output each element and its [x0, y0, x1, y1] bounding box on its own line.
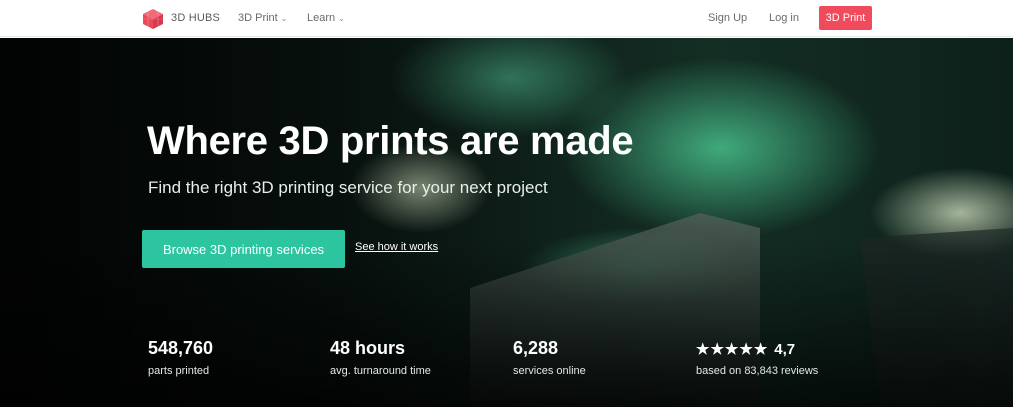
stat-label: avg. turnaround time [330, 365, 431, 377]
star-icon: ★ [724, 340, 739, 358]
nav-3d-print-label: 3D Print [238, 12, 278, 24]
star-icon: ★ [753, 340, 768, 358]
stat-value: 548,760 [148, 338, 214, 358]
sign-up-link[interactable]: Sign Up [708, 12, 747, 24]
stat-label: parts printed [148, 365, 210, 377]
see-how-it-works-link[interactable]: See how it works [355, 241, 438, 253]
stat-value: 6,288 [513, 338, 559, 358]
browse-services-button[interactable]: Browse 3D printing services [142, 230, 345, 268]
3d-hubs-logo-icon[interactable] [141, 7, 165, 31]
hero-title: Where 3D prints are made [147, 119, 634, 163]
star-icon: ★ [710, 340, 724, 358]
stat-services-online: 6,288 services online [513, 338, 586, 377]
stat-turnaround-time: 48 hours avg. turnaround time [330, 338, 431, 377]
log-in-link[interactable]: Log in [769, 12, 799, 24]
stat-label: services online [513, 365, 586, 377]
reviews-count-label[interactable]: based on 83,843 reviews [696, 365, 818, 377]
top-navbar: 3D HUBS 3D Print ⌄ Learn ⌄ Sign Up Log in … [0, 0, 1013, 37]
page-content-edge [0, 407, 1013, 417]
3d-print-button[interactable]: 3D Print [819, 6, 872, 30]
stat-reviews-rating: ★ ★ ★ ★ ★ 4,7 based on 83,843 reviews [696, 338, 818, 377]
stat-value: 48 hours [330, 338, 406, 358]
nav-3d-print-dropdown[interactable]: 3D Print ⌄ [238, 12, 287, 24]
nav-learn-dropdown[interactable]: Learn ⌄ [307, 12, 345, 24]
chevron-down-icon: ⌄ [280, 14, 288, 23]
hero-section: Where 3D prints are made Find the right … [0, 38, 1013, 407]
star-icon: ★ [739, 340, 753, 358]
star-icon: ★ [696, 340, 710, 358]
rating-stars: ★ ★ ★ ★ ★ [696, 342, 768, 357]
brand-name[interactable]: 3D HUBS [171, 12, 220, 24]
rating-row: ★ ★ ★ ★ ★ 4,7 [696, 338, 818, 362]
hero-subtitle: Find the right 3D printing service for y… [148, 178, 548, 197]
stat-parts-printed: 548,760 parts printed [148, 338, 213, 377]
nav-learn-label: Learn [307, 12, 336, 24]
chevron-down-icon: ⌄ [338, 14, 345, 23]
rating-value: 4,7 [774, 340, 796, 358]
